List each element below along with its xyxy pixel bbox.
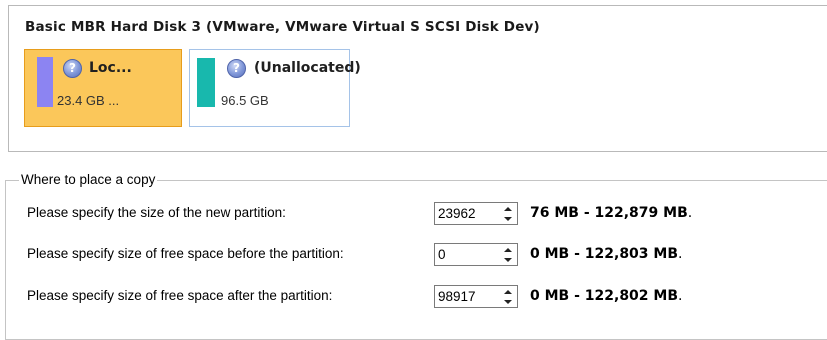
new-partition-size-range: 76 MB - 122,879 MB. <box>530 205 693 221</box>
new-partition-size-label: Please specify the size of the new parti… <box>27 205 286 220</box>
arrow-down-icon <box>503 299 512 304</box>
free-space-after-input[interactable] <box>437 287 494 306</box>
spin-up-button[interactable] <box>499 204 516 213</box>
group-label: Where to place a copy <box>19 172 158 187</box>
partition-unallocated[interactable]: ? (Unallocated) 96.5 GB <box>189 49 361 127</box>
spin-down-button[interactable] <box>499 214 516 223</box>
partition-size: 23.4 GB ... <box>57 93 120 108</box>
question-disk-icon: ? <box>63 59 82 78</box>
arrow-down-icon <box>503 257 512 262</box>
free-space-after-label: Please specify size of free space after … <box>27 288 333 303</box>
arrow-up-icon <box>503 206 512 211</box>
free-space-before-spinner[interactable] <box>434 243 518 266</box>
spin-down-button[interactable] <box>499 255 516 264</box>
new-partition-size-input[interactable] <box>437 204 494 223</box>
partition-local[interactable]: ? Loc... 23.4 GB ... <box>24 49 182 127</box>
spin-down-button[interactable] <box>499 297 516 306</box>
free-space-after-range: 0 MB - 122,802 MB. <box>530 288 683 304</box>
arrow-up-icon <box>503 289 512 294</box>
partition-name: (Unallocated) <box>254 60 361 76</box>
new-partition-size-spinner[interactable] <box>434 202 518 225</box>
arrow-up-icon <box>503 247 512 252</box>
free-space-after-spinner[interactable] <box>434 285 518 308</box>
partition-color-bar <box>37 57 53 107</box>
partition-name: Loc... <box>89 60 132 76</box>
partition-size: 96.5 GB <box>221 93 269 108</box>
spin-up-button[interactable] <box>499 245 516 254</box>
disk-title: Basic MBR Hard Disk 3 (VMware, VMware Vi… <box>25 19 540 35</box>
free-space-before-label: Please specify size of free space before… <box>27 246 344 261</box>
spin-up-button[interactable] <box>499 287 516 296</box>
question-disk-icon: ? <box>227 59 246 78</box>
arrow-down-icon <box>503 216 512 221</box>
free-space-before-range: 0 MB - 122,803 MB. <box>530 246 683 262</box>
disk-map-panel: Basic MBR Hard Disk 3 (VMware, VMware Vi… <box>8 5 827 152</box>
partition-color-bar <box>197 58 215 107</box>
free-space-before-input[interactable] <box>437 245 494 264</box>
